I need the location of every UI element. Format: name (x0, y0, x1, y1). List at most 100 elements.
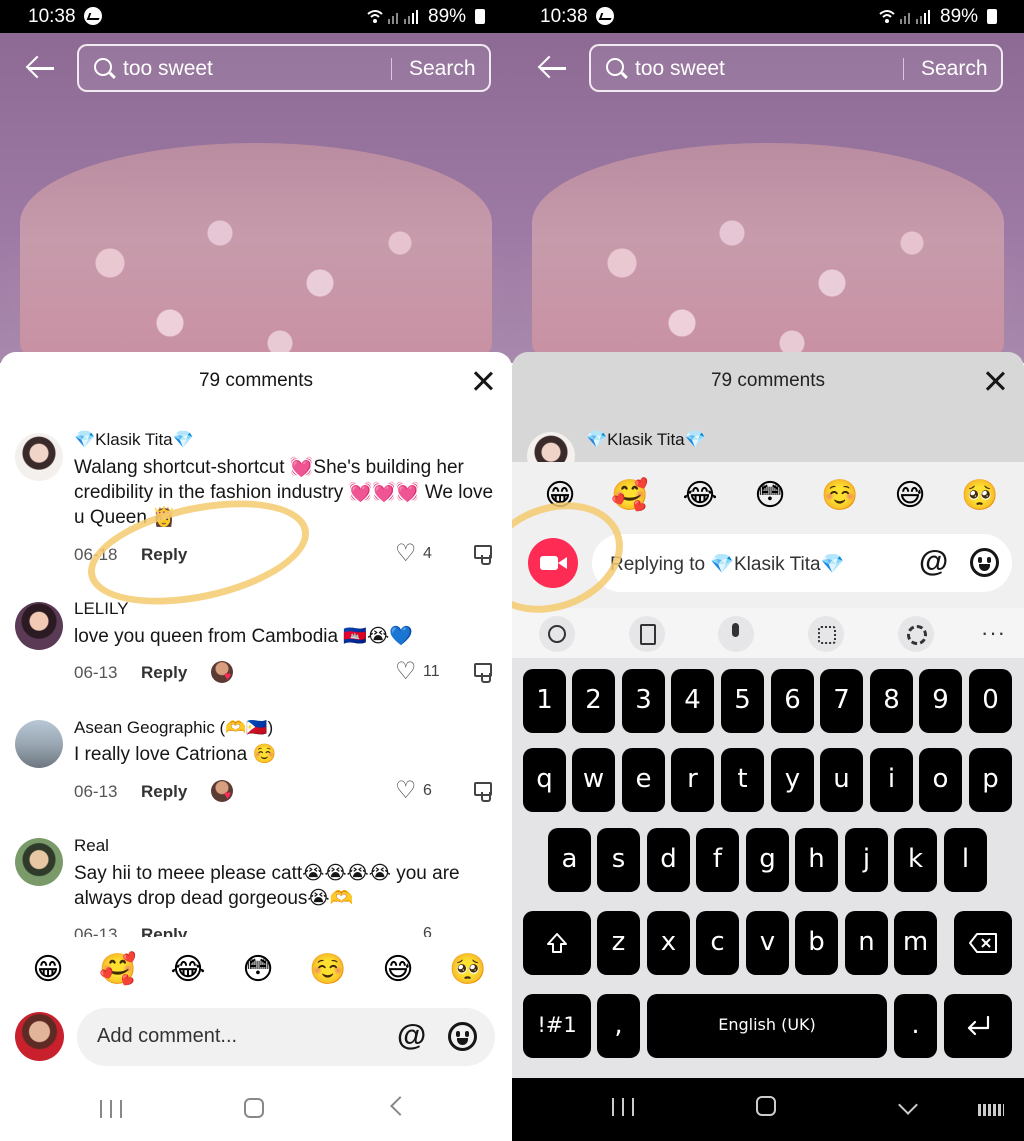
avatar[interactable] (15, 602, 63, 650)
home-icon[interactable] (244, 1098, 264, 1118)
heart-icon[interactable]: ♡ (395, 660, 417, 684)
dislike-icon[interactable] (472, 543, 494, 565)
keyboard-switch-icon[interactable] (978, 1104, 1004, 1116)
emoji-pleading[interactable]: 🥺 (448, 950, 488, 990)
key[interactable]: 2 (572, 669, 615, 733)
at-icon[interactable]: @ (919, 547, 948, 577)
backspace-key[interactable] (954, 911, 1012, 975)
hide-keyboard-icon[interactable] (898, 1095, 918, 1115)
comment-username[interactable]: 💎Klasik Tita💎 (74, 430, 194, 450)
key[interactable]: l (944, 828, 987, 892)
gear-icon[interactable] (898, 616, 934, 652)
reply-button[interactable]: Reply (141, 927, 187, 937)
comment-username[interactable]: Real (74, 836, 109, 856)
search-button[interactable]: Search (409, 57, 476, 81)
emoji-joy[interactable]: 😂 (168, 950, 208, 990)
key[interactable]: p (969, 748, 1012, 812)
emoji-hearts[interactable]: 🥰 (610, 476, 650, 516)
key[interactable]: n (845, 911, 888, 975)
recents-icon[interactable] (612, 1098, 634, 1116)
shift-key[interactable] (523, 911, 591, 975)
avatar[interactable] (15, 720, 63, 768)
heart-icon[interactable]: ♡ (395, 779, 417, 803)
period-key[interactable]: . (894, 994, 937, 1058)
smile-icon[interactable] (448, 1022, 477, 1051)
home-icon[interactable] (756, 1096, 776, 1116)
at-icon[interactable]: @ (397, 1021, 426, 1051)
comma-key[interactable]: , (597, 994, 640, 1058)
key[interactable]: d (647, 828, 690, 892)
add-comment-field[interactable]: Add comment... @ (77, 1008, 495, 1066)
key[interactable]: s (597, 828, 640, 892)
key[interactable]: q (523, 748, 566, 812)
key[interactable]: o (919, 748, 962, 812)
key[interactable]: 9 (919, 669, 962, 733)
key[interactable]: f (696, 828, 739, 892)
search-bar[interactable]: too sweet Search (589, 44, 1003, 92)
recents-icon[interactable] (100, 1100, 122, 1118)
comment-username[interactable]: Asean Geographic (🫶🇵🇭) (74, 718, 273, 738)
emoji-icon[interactable] (539, 616, 575, 652)
key[interactable]: w (572, 748, 615, 812)
key[interactable]: a (548, 828, 591, 892)
key[interactable]: e (622, 748, 665, 812)
key[interactable]: z (597, 911, 640, 975)
emoji-flushed[interactable]: 😳 (238, 950, 278, 990)
symbols-key[interactable]: !#1 (523, 994, 591, 1058)
avatar[interactable] (15, 838, 63, 886)
key[interactable]: g (746, 828, 789, 892)
emoji-sweat-smile[interactable]: 😅 (378, 950, 418, 990)
search-button[interactable]: Search (921, 57, 988, 81)
key[interactable]: x (647, 911, 690, 975)
key[interactable]: c (696, 911, 739, 975)
key[interactable]: m (894, 911, 937, 975)
mic-icon[interactable] (718, 616, 754, 652)
keypad-icon[interactable] (808, 616, 844, 652)
space-key[interactable]: English (UK) (647, 994, 887, 1058)
search-bar[interactable]: too sweet Search (77, 44, 491, 92)
key[interactable]: k (894, 828, 937, 892)
key[interactable]: 5 (721, 669, 764, 733)
dislike-icon[interactable] (472, 780, 494, 802)
reply-button[interactable]: Reply (141, 782, 187, 802)
emoji-grin[interactable]: 😁 (28, 950, 68, 990)
close-icon[interactable] (472, 370, 494, 392)
key[interactable]: b (795, 911, 838, 975)
nav-back-icon[interactable] (390, 1096, 410, 1116)
clipboard-icon[interactable] (629, 616, 665, 652)
key[interactable]: r (671, 748, 714, 812)
smile-icon[interactable] (970, 548, 999, 577)
avatar[interactable] (15, 433, 63, 481)
key[interactable]: t (721, 748, 764, 812)
emoji-pleading[interactable]: 🥺 (960, 476, 1000, 516)
key[interactable]: 3 (622, 669, 665, 733)
key[interactable]: h (795, 828, 838, 892)
key[interactable]: 6 (771, 669, 814, 733)
key[interactable]: u (820, 748, 863, 812)
emoji-blush[interactable]: ☺️ (308, 950, 348, 990)
emoji-joy[interactable]: 😂 (680, 476, 720, 516)
emoji-blush[interactable]: ☺️ (820, 476, 860, 516)
back-arrow-icon[interactable] (538, 55, 568, 81)
emoji-sweat-smile[interactable]: 😅 (890, 476, 930, 516)
reply-input[interactable]: Replying to 💎Klasik Tita💎 @ (592, 534, 1012, 592)
key[interactable]: i (870, 748, 913, 812)
reply-button[interactable]: Reply (141, 663, 187, 683)
key[interactable]: v (746, 911, 789, 975)
dislike-icon[interactable] (472, 661, 494, 683)
key[interactable]: j (845, 828, 888, 892)
key[interactable]: 4 (671, 669, 714, 733)
enter-key[interactable] (944, 994, 1012, 1058)
key[interactable]: 0 (969, 669, 1012, 733)
close-icon[interactable] (984, 370, 1006, 392)
key[interactable]: 1 (523, 669, 566, 733)
key[interactable]: 7 (820, 669, 863, 733)
heart-icon[interactable]: ♡ (395, 542, 417, 566)
key[interactable]: y (771, 748, 814, 812)
comment-username[interactable]: LELILY (74, 599, 129, 619)
key[interactable]: 8 (870, 669, 913, 733)
emoji-hearts[interactable]: 🥰 (98, 950, 138, 990)
more-options[interactable]: ··· (981, 620, 1006, 646)
back-arrow-icon[interactable] (26, 55, 56, 81)
emoji-flushed[interactable]: 😳 (750, 476, 790, 516)
